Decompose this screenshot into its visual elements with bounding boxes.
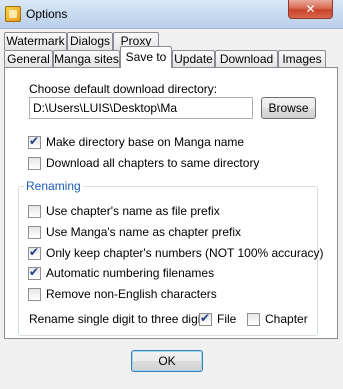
tab-update[interactable]: Update xyxy=(172,50,215,68)
tab-manga-sites[interactable]: Manga sites xyxy=(53,50,120,68)
chapter-label[interactable]: Chapter xyxy=(265,312,308,326)
chapter-checkbox[interactable] xyxy=(247,313,260,326)
directory-input[interactable]: D:\Users\LUIS\Desktop\Ma xyxy=(29,97,253,119)
remove-non-english-label[interactable]: Remove non-English characters xyxy=(46,287,217,301)
tab-download[interactable]: Download xyxy=(215,50,278,68)
download-same-dir-label[interactable]: Download all chapters to same directory xyxy=(46,156,259,170)
file-label[interactable]: File xyxy=(217,312,236,326)
chapter-name-prefix-checkbox[interactable] xyxy=(28,205,41,218)
browse-button[interactable]: Browse xyxy=(261,97,316,119)
keep-chapter-numbers-checkbox[interactable] xyxy=(28,245,41,260)
rename-digit-label: Rename single digit to three digits xyxy=(29,312,210,326)
download-same-dir-checkbox[interactable] xyxy=(28,157,41,170)
ok-button[interactable]: OK xyxy=(131,350,203,372)
chapter-name-prefix-label[interactable]: Use chapter's name as file prefix xyxy=(46,204,220,218)
auto-numbering-label[interactable]: Automatic numbering filenames xyxy=(46,266,214,280)
choose-directory-label: Choose default download directory: xyxy=(29,82,218,96)
file-checkbox[interactable] xyxy=(199,311,212,326)
make-dir-base-checkbox[interactable] xyxy=(28,134,41,149)
manga-name-prefix-label[interactable]: Use Manga's name as chapter prefix xyxy=(46,225,241,239)
manga-name-prefix-checkbox[interactable] xyxy=(28,226,41,239)
tab-general[interactable]: General xyxy=(4,50,53,68)
title-bar[interactable]: Options ✕ xyxy=(0,0,343,29)
app-icon xyxy=(5,6,21,22)
tab-dialogs[interactable]: Dialogs xyxy=(67,32,113,50)
tab-save-to[interactable]: Save to xyxy=(120,46,172,68)
close-button[interactable]: ✕ xyxy=(288,0,333,19)
make-dir-base-label[interactable]: Make directory base on Manga name xyxy=(46,135,244,149)
tab-images[interactable]: Images xyxy=(278,50,326,68)
window-title: Options xyxy=(26,7,68,21)
tab-watermark[interactable]: Watermark xyxy=(4,32,67,50)
keep-chapter-numbers-label[interactable]: Only keep chapter's numbers (NOT 100% ac… xyxy=(46,246,324,260)
remove-non-english-checkbox[interactable] xyxy=(28,288,41,301)
renaming-group-title: Renaming xyxy=(24,179,83,193)
auto-numbering-checkbox[interactable] xyxy=(28,265,41,280)
